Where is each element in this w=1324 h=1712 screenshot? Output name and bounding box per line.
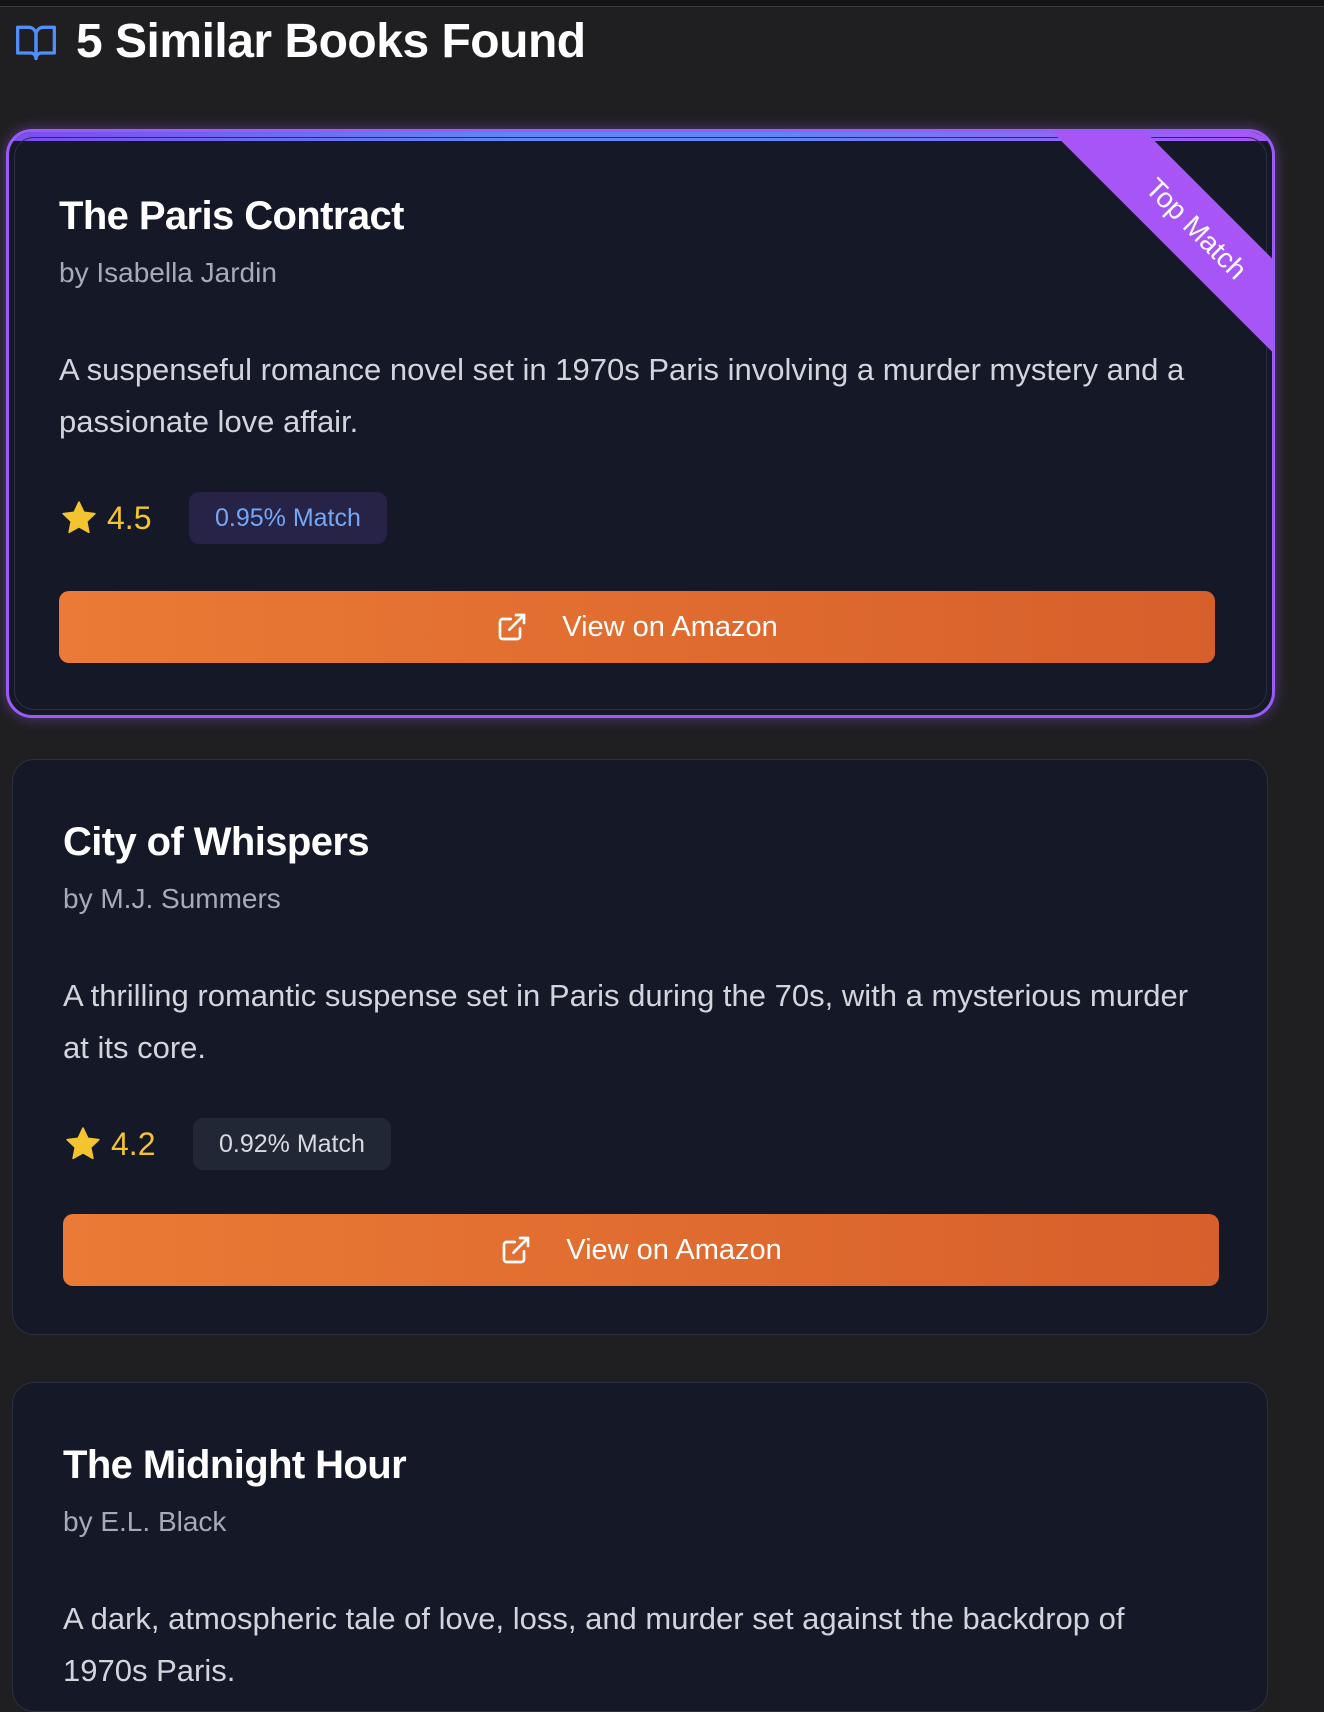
book-description: A thrilling romantic suspense set in Par…: [63, 978, 1189, 1065]
external-link-icon: [502, 1236, 530, 1264]
star-icon: [62, 501, 96, 534]
book-title: The Midnight Hour: [63, 1443, 407, 1487]
book-rating: 4.2: [111, 1125, 156, 1162]
book-author: by E.L. Black: [63, 1506, 227, 1537]
results-header: 5 Similar Books Found: [14, 14, 586, 70]
button-label: View on Amazon: [566, 1233, 782, 1266]
book-rating: 4.5: [107, 499, 152, 536]
book-description: A dark, atmospheric tale of love, loss, …: [63, 1601, 1125, 1688]
book-card: The Midnight Hour by E.L. Black A dark, …: [12, 1382, 1268, 1712]
book-description: A suspenseful romance novel set in 1970s…: [59, 352, 1185, 439]
book-author: by Isabella Jardin: [59, 257, 277, 288]
book-meta: 4.5 0.95% Match: [59, 492, 387, 544]
star-icon: [66, 1127, 100, 1160]
book-open-icon: [16, 25, 56, 61]
book-author: by M.J. Summers: [63, 883, 281, 914]
top-match-gradient-strip: [9, 132, 1272, 141]
match-badge: 0.92% Match: [193, 1118, 391, 1170]
page-title: 5 Similar Books Found: [76, 15, 586, 68]
book-card-top-match: Top Match The Paris Contract by Isabella…: [6, 129, 1275, 718]
top-match-ribbon-label: Top Match: [1045, 132, 1272, 380]
book-card: City of Whispers by M.J. Summers A thril…: [12, 759, 1268, 1335]
book-title: The Paris Contract: [59, 194, 404, 238]
book-meta: 4.2 0.92% Match: [63, 1118, 391, 1170]
button-label: View on Amazon: [562, 610, 778, 643]
view-on-amazon-button[interactable]: View on Amazon: [63, 1214, 1219, 1286]
top-strip: [0, 0, 1324, 7]
book-title: City of Whispers: [63, 820, 370, 864]
match-badge: 0.95% Match: [189, 492, 387, 544]
view-on-amazon-button[interactable]: View on Amazon: [59, 591, 1215, 663]
external-link-icon: [498, 613, 526, 641]
